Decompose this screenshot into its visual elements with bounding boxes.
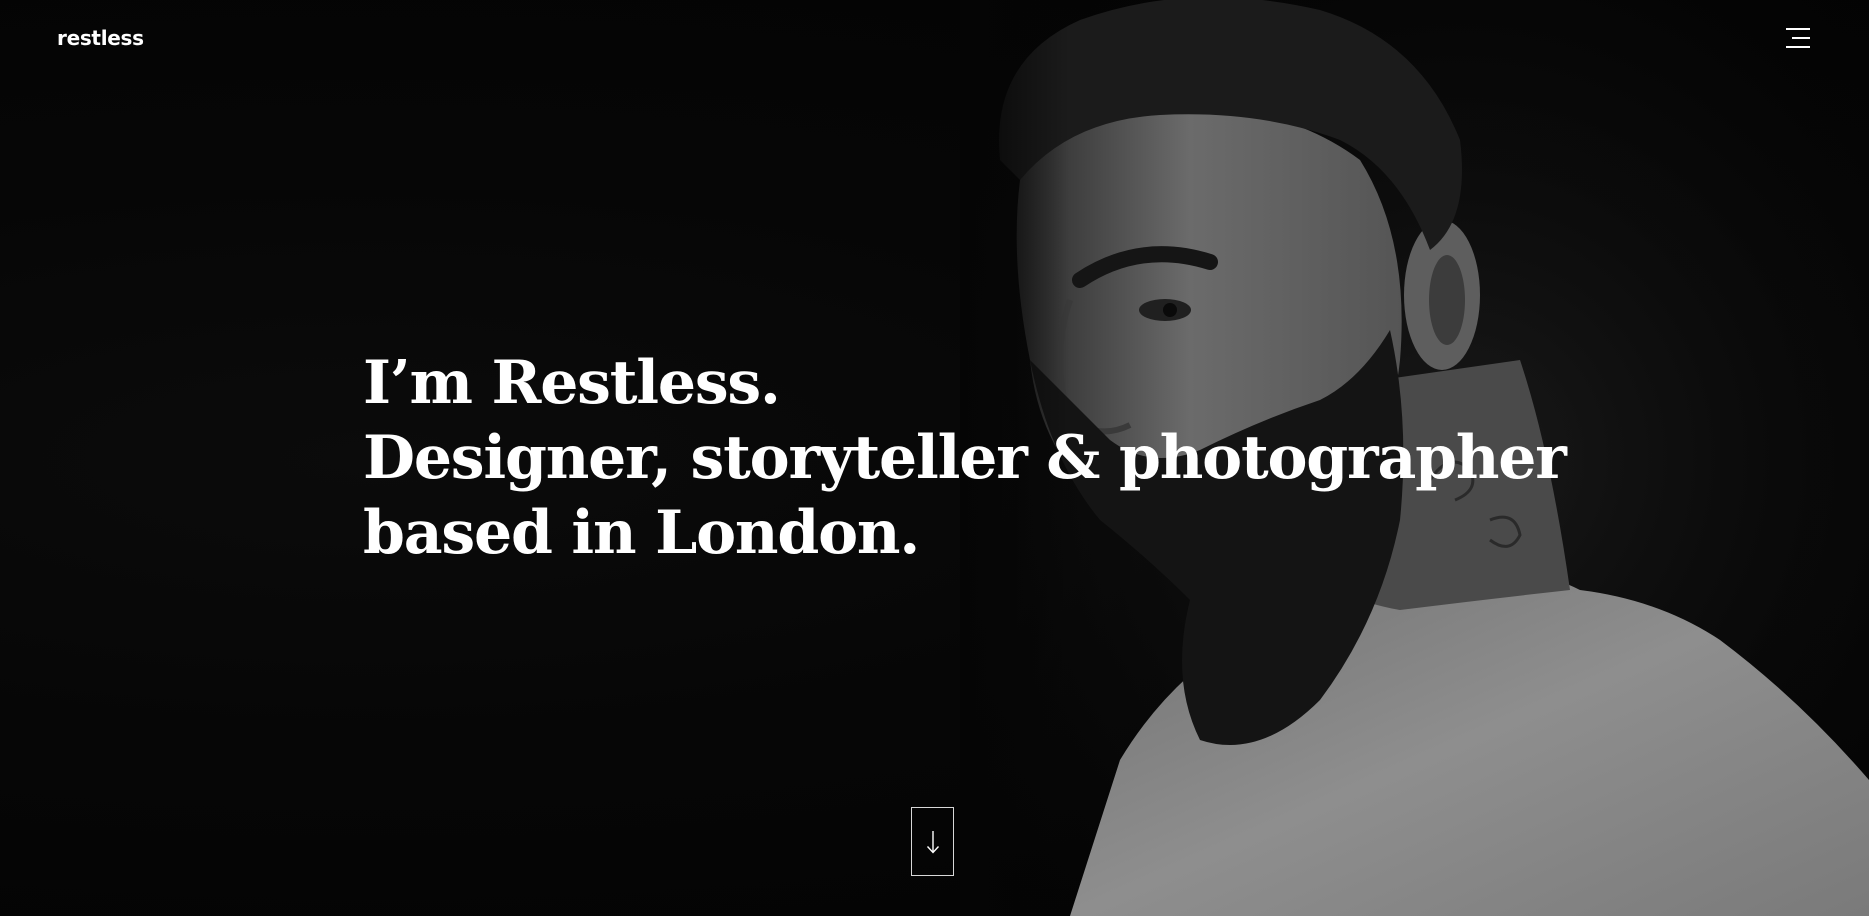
site-logo[interactable]: restless bbox=[57, 24, 144, 52]
arrow-down-icon bbox=[926, 830, 939, 854]
hero-section: restless I’m Restless. Designer, storyte… bbox=[0, 0, 1869, 916]
top-bar: restless bbox=[0, 0, 1869, 76]
menu-line bbox=[1792, 37, 1810, 39]
menu-line bbox=[1786, 46, 1810, 48]
headline-line-3: based in London. bbox=[363, 498, 920, 568]
hero-headline: I’m Restless. Designer, storyteller & ph… bbox=[363, 346, 1567, 571]
headline-line-1: I’m Restless. bbox=[363, 348, 781, 418]
headline-line-2: Designer, storyteller & photographer bbox=[363, 423, 1567, 493]
hamburger-menu-icon[interactable] bbox=[1780, 24, 1812, 52]
menu-line bbox=[1786, 28, 1810, 30]
scroll-down-button[interactable] bbox=[911, 807, 954, 876]
